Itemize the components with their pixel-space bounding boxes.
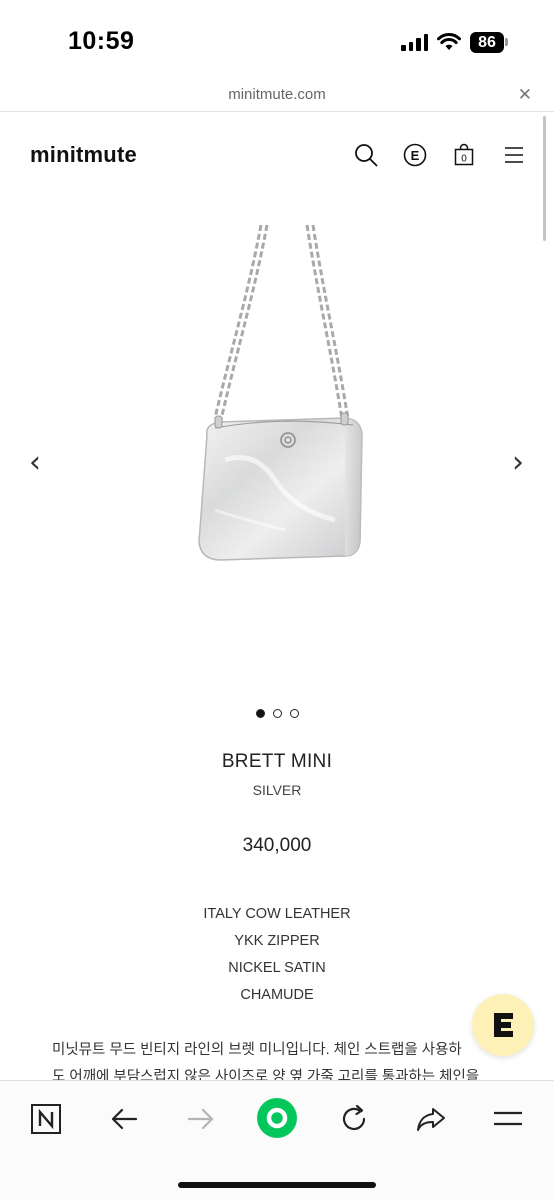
brand-e-icon[interactable]: E <box>402 142 428 168</box>
status-indicators: 86 <box>401 30 508 54</box>
cart-count: 0 <box>461 154 467 165</box>
forward-arrow-icon[interactable] <box>181 1099 221 1139</box>
carousel-dots <box>0 709 554 718</box>
product-specs: ITALY COW LEATHER YKK ZIPPER NICKEL SATI… <box>0 905 554 1013</box>
product-name: BRETT MINI <box>221 751 333 772</box>
menu-icon[interactable] <box>488 1099 528 1139</box>
product-gallery[interactable]: ‹ › <box>0 200 554 700</box>
reload-icon[interactable] <box>334 1099 374 1139</box>
product-price: 340,000 <box>242 835 312 856</box>
product-color: SILVER <box>252 782 302 798</box>
site-logo[interactable]: minitmute <box>30 142 137 168</box>
prev-arrow-icon[interactable]: ‹ <box>23 445 47 480</box>
browser-toolbar <box>0 1080 554 1200</box>
status-time: 10:59 <box>68 27 135 55</box>
svg-text:E: E <box>411 148 420 163</box>
battery-icon: 86 <box>470 31 508 53</box>
product-image <box>198 224 363 561</box>
spec-item: NICKEL SATIN <box>228 960 326 976</box>
chat-button[interactable] <box>472 994 534 1056</box>
status-bar: 10:59 86 <box>0 0 554 80</box>
close-icon[interactable]: ✕ <box>518 85 532 105</box>
shopping-bag-icon[interactable]: 0 <box>451 142 477 168</box>
search-icon[interactable] <box>353 142 379 168</box>
carousel-dot[interactable] <box>255 709 265 718</box>
share-icon[interactable] <box>411 1099 451 1139</box>
spec-item: CHAMUDE <box>240 987 314 1003</box>
cellular-signal-icon <box>401 33 428 51</box>
back-arrow-icon[interactable] <box>104 1099 144 1139</box>
brand-e-icon <box>494 1013 513 1037</box>
spec-item: YKK ZIPPER <box>234 933 320 949</box>
wifi-icon <box>437 33 461 50</box>
carousel-dot[interactable] <box>272 709 282 718</box>
spec-item: ITALY COW LEATHER <box>203 906 351 922</box>
next-arrow-icon[interactable]: › <box>506 445 530 480</box>
home-indicator[interactable] <box>178 1182 376 1188</box>
description-line: 미닛뮤트 무드 빈티지 라인의 브렛 미니입니다. 체인 스트랩을 사용하 <box>52 1042 462 1058</box>
menu-icon[interactable] <box>501 142 527 168</box>
site-header: minitmute E 0 <box>0 130 554 180</box>
carousel-dot[interactable] <box>289 709 299 718</box>
url-text[interactable]: minitmute.com <box>0 86 554 103</box>
battery-level: 86 <box>470 31 504 53</box>
naver-home-icon[interactable] <box>26 1099 66 1139</box>
browser-url-bar[interactable]: minitmute.com ✕ <box>0 80 554 112</box>
green-circle-icon[interactable] <box>256 1097 298 1139</box>
